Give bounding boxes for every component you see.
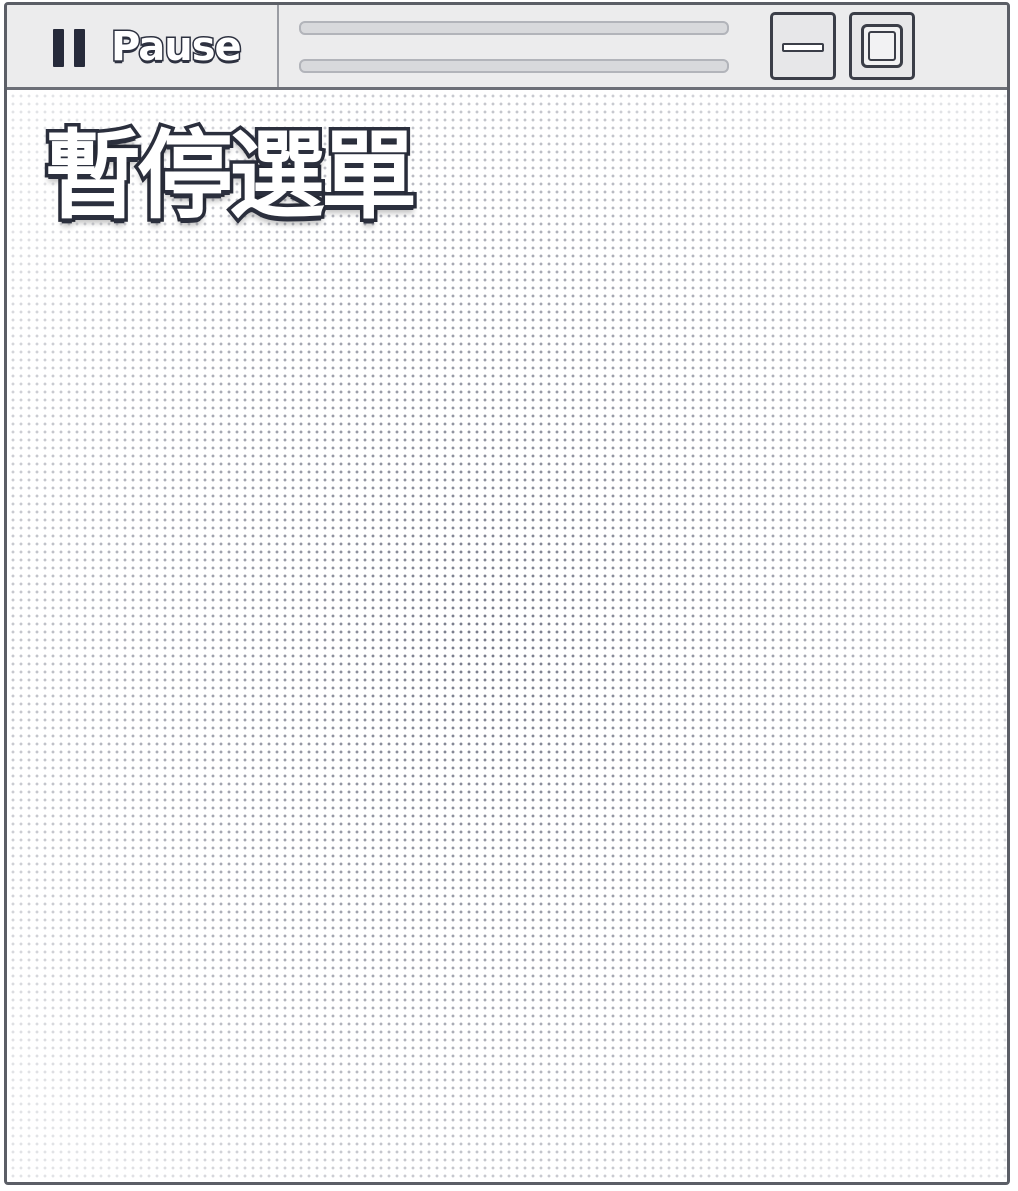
menu-title: 暫停選單 (42, 117, 421, 236)
pause-tab[interactable]: Pause (7, 5, 279, 87)
halftone-background (7, 90, 1007, 1182)
minimize-icon (782, 43, 824, 52)
menu-panel: 暫停選單 (7, 90, 1007, 1182)
tab-label: Pause (110, 23, 244, 72)
pause-icon (53, 29, 89, 67)
maximize-icon (861, 24, 903, 68)
drag-handle-top[interactable] (299, 21, 729, 35)
minimize-button[interactable] (770, 12, 836, 80)
title-bar[interactable]: Pause (7, 5, 1007, 90)
drag-handle-bottom[interactable] (299, 59, 729, 73)
maximize-button[interactable] (849, 12, 915, 80)
pause-window: Pause 暫停選單 (4, 2, 1010, 1185)
